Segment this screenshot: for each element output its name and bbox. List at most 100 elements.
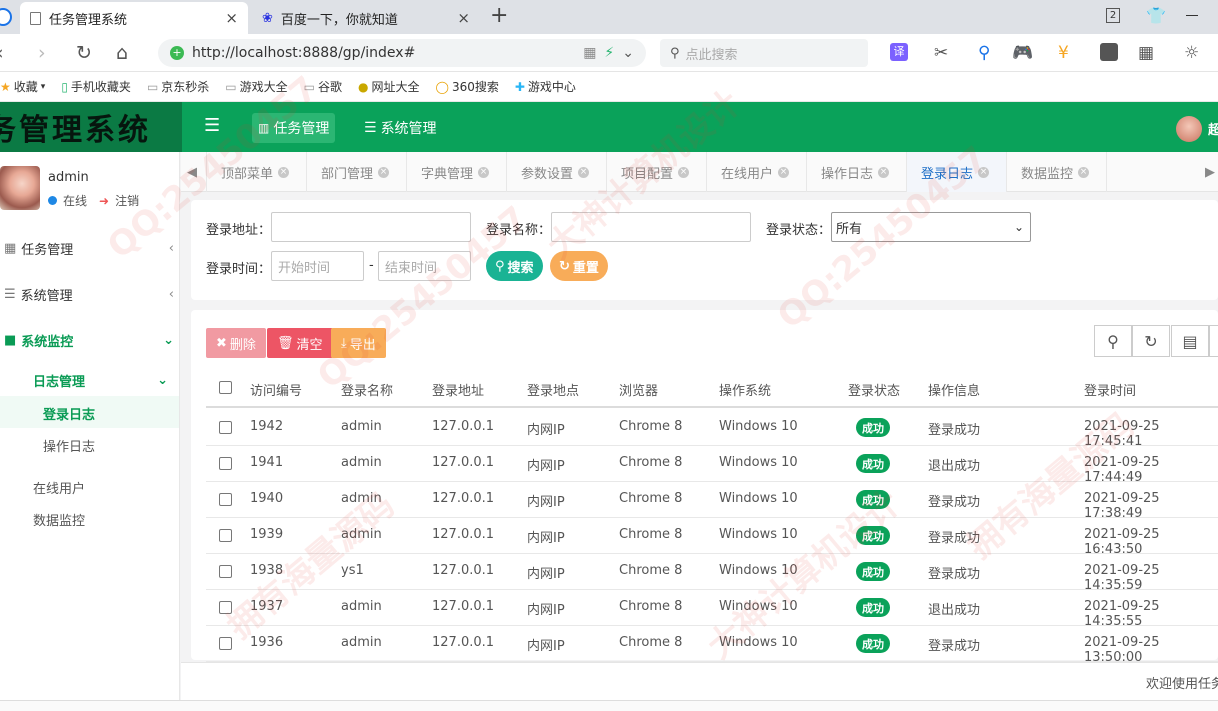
tab-count-badge[interactable]: 2 xyxy=(1106,8,1120,23)
close-icon[interactable]: × xyxy=(1078,166,1090,178)
col-login-address[interactable]: 登录地址 xyxy=(432,380,484,399)
row-checkbox[interactable] xyxy=(219,493,232,506)
table-row[interactable]: 1941 admin 127.0.0.1 内网IP Chrome 8 Windows 10… xyxy=(206,446,1218,485)
reset-button[interactable]: ↻ 重置 xyxy=(550,251,608,281)
forward-icon[interactable]: › xyxy=(38,42,46,64)
close-icon[interactable]: × xyxy=(578,166,590,178)
close-icon[interactable]: × xyxy=(478,166,490,178)
browser-search-box[interactable]: ⚲ 点此搜索 xyxy=(660,39,868,67)
close-icon[interactable]: × xyxy=(978,166,990,178)
header-avatar[interactable] xyxy=(1176,116,1202,142)
scissors-icon[interactable]: ✂ xyxy=(934,43,948,63)
logout-link[interactable]: 注销 xyxy=(115,192,139,209)
col-access-id[interactable]: 访问编号 xyxy=(250,380,302,399)
col-login-time[interactable]: 登录时间 xyxy=(1084,380,1136,399)
tab-data-monitor[interactable]: 数据监控 × xyxy=(1007,152,1107,192)
sidebar-item-task-management[interactable]: ▦ 任务管理 ‹ xyxy=(4,236,174,260)
close-icon[interactable]: × xyxy=(225,9,238,27)
chevron-down-icon[interactable]: ⌄ xyxy=(622,45,634,61)
bookmark-game-center[interactable]: ✚ 游戏中心 xyxy=(515,78,576,95)
bookmark-mobile[interactable]: ▯ 手机收藏夹 xyxy=(61,78,131,95)
tabs-scroll-right-icon[interactable]: ▶ xyxy=(1203,152,1218,192)
browser-logo-icon[interactable] xyxy=(0,8,12,26)
qr-icon[interactable]: ▦ xyxy=(583,45,596,61)
game-icon[interactable]: 🎮 xyxy=(1012,43,1033,63)
login-status-select[interactable]: 所有 ⌄ xyxy=(831,212,1031,242)
col-os[interactable]: 操作系统 xyxy=(719,380,771,399)
col-login-status[interactable]: 登录状态 xyxy=(848,380,900,399)
browser-tab-active[interactable]: 任务管理系统 × xyxy=(20,2,248,34)
tabs-scroll-left-icon[interactable]: ◀ xyxy=(181,152,207,192)
table-refresh-icon[interactable]: ↻ xyxy=(1132,325,1170,357)
col-login-name[interactable]: 登录名称 xyxy=(341,380,393,399)
close-icon[interactable]: × xyxy=(778,166,790,178)
apps-grid-icon[interactable]: ▦ xyxy=(1138,43,1154,63)
home-icon[interactable]: ⌂ xyxy=(116,42,128,64)
bookmark-hao123[interactable]: ● 网址大全 xyxy=(358,78,420,95)
tab-top-menu[interactable]: 顶部菜单 × xyxy=(207,152,307,192)
close-icon[interactable]: × xyxy=(457,9,470,27)
close-icon[interactable]: × xyxy=(878,166,890,178)
sidebar-item-online-users[interactable]: 在线用户 xyxy=(33,478,85,497)
hamburger-icon[interactable]: ☰ xyxy=(204,115,220,136)
bolt-icon[interactable]: ⚡ xyxy=(604,45,614,61)
tab-online-users[interactable]: 在线用户 × xyxy=(707,152,807,192)
sidebar-item-system-monitor[interactable]: ■ 系统监控 ⌄ xyxy=(4,328,174,352)
minimize-icon[interactable] xyxy=(1186,15,1198,16)
table-row[interactable]: 1939 admin 127.0.0.1 内网IP Chrome 8 Windows 10… xyxy=(206,518,1218,557)
clear-button[interactable]: 🗑 清空 xyxy=(267,328,333,358)
table-toggle-icon[interactable] xyxy=(1209,325,1218,357)
sidebar-item-data-monitor[interactable]: 数据监控 xyxy=(33,510,85,529)
tab-login-log[interactable]: 登录日志 × xyxy=(907,152,1007,192)
topnav-task-management[interactable]: ▥ 任务管理 xyxy=(252,113,336,143)
tab-operation-log[interactable]: 操作日志 × xyxy=(807,152,907,192)
bookmark-jd[interactable]: ▭ 京东秒杀 xyxy=(147,78,209,95)
close-icon[interactable]: × xyxy=(278,166,290,178)
magnifier-icon[interactable]: ⚲ xyxy=(978,43,990,63)
browser-tab[interactable]: ❀ 百度一下，你就知道 × xyxy=(252,2,480,34)
back-icon[interactable]: ‹ xyxy=(0,42,4,64)
end-time-input[interactable]: 结束时间 xyxy=(378,251,471,281)
sidebar-item-operation-log[interactable]: 操作日志 xyxy=(43,436,95,455)
table-row[interactable]: 1937 admin 127.0.0.1 内网IP Chrome 8 Windows 10… xyxy=(206,590,1218,629)
close-icon[interactable]: × xyxy=(678,166,690,178)
search-button[interactable]: ⚲ 搜索 xyxy=(486,251,543,281)
bookmark-google[interactable]: ▭ 谷歌 xyxy=(304,78,342,95)
sidebar-item-system-management[interactable]: ☰ 系统管理 ‹ xyxy=(4,282,174,306)
tab-parameters[interactable]: 参数设置 × xyxy=(507,152,607,192)
table-columns-icon[interactable]: ▤ xyxy=(1171,325,1209,357)
row-checkbox[interactable] xyxy=(219,565,232,578)
header-username[interactable]: 超 xyxy=(1208,119,1218,138)
col-message[interactable]: 操作信息 xyxy=(928,380,980,399)
col-browser[interactable]: 浏览器 xyxy=(619,380,658,399)
reload-icon[interactable]: ↻ xyxy=(76,42,92,64)
row-checkbox[interactable] xyxy=(219,421,232,434)
tab-department[interactable]: 部门管理 × xyxy=(307,152,407,192)
topnav-system-management[interactable]: ☰ 系统管理 xyxy=(358,113,443,143)
table-row[interactable]: 1936 admin 127.0.0.1 内网IP Chrome 8 Windows 10… xyxy=(206,626,1218,665)
login-address-input[interactable] xyxy=(271,212,471,242)
table-search-icon[interactable]: ⚲ xyxy=(1094,325,1132,357)
select-all-checkbox[interactable] xyxy=(219,381,232,394)
login-name-input[interactable] xyxy=(551,212,751,242)
bookmark-favorites[interactable]: ★ 收藏 ▾ xyxy=(0,78,45,95)
url-bar[interactable]: + http://localhost:8888/gp/index# ▦ ⚡ ⌄ xyxy=(158,39,646,67)
row-checkbox[interactable] xyxy=(219,637,232,650)
bookmark-games[interactable]: ▭ 游戏大全 xyxy=(225,78,287,95)
table-row[interactable]: 1940 admin 127.0.0.1 内网IP Chrome 8 Windows 10… xyxy=(206,482,1218,521)
table-row[interactable]: 1942 admin 127.0.0.1 内网IP Chrome 8 Windows 10… xyxy=(206,410,1218,449)
row-checkbox[interactable] xyxy=(219,457,232,470)
sidebar-item-log-management[interactable]: 日志管理 ⌄ xyxy=(33,368,168,392)
tab-project-config[interactable]: 项目配置 × xyxy=(607,152,707,192)
table-row[interactable]: 1938 ys1 127.0.0.1 内网IP Chrome 8 Windows 10 登录… xyxy=(206,554,1218,593)
sidebar-item-login-log[interactable]: 登录日志 xyxy=(43,404,95,423)
coin-icon[interactable]: ¥ xyxy=(1058,43,1069,63)
bookmark-360[interactable]: ◯ 360搜索 xyxy=(436,78,499,95)
delete-button[interactable]: ✖ 删除 xyxy=(206,328,266,358)
new-tab-button[interactable]: + xyxy=(490,3,508,28)
shirt-icon[interactable]: 👕 xyxy=(1146,6,1166,25)
wallet-icon[interactable] xyxy=(1100,43,1118,61)
export-button[interactable]: ⤓ 导出 xyxy=(331,328,386,358)
col-login-location[interactable]: 登录地点 xyxy=(527,380,579,399)
start-time-input[interactable]: 开始时间 xyxy=(271,251,364,281)
